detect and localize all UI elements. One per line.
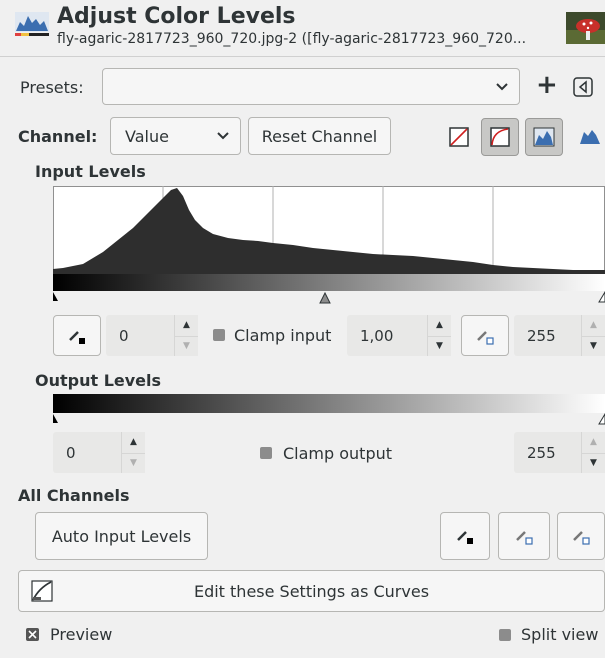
gamma-field[interactable]: 1,00: [347, 315, 429, 356]
input-gamma-handle: [319, 291, 331, 304]
eyedropper-white-icon: [573, 531, 590, 545]
histogram-linear-icon: [533, 127, 555, 147]
auto-input-levels-button[interactable]: Auto Input Levels: [35, 512, 208, 560]
histogram-log-icon[interactable]: [578, 126, 600, 146]
presets-label: Presets:: [20, 78, 84, 97]
logarithmic-histogram-icon: [490, 127, 510, 147]
eyedropper-black-icon: [457, 531, 473, 544]
chevron-down-icon[interactable]: ▼: [175, 336, 198, 357]
eyedropper-black-icon: [69, 330, 85, 344]
clamp-output-checkbox[interactable]: [260, 447, 272, 459]
chevron-down-icon: [496, 82, 508, 90]
curves-icon: [31, 580, 53, 602]
input-levels-heading: Input Levels: [35, 162, 146, 181]
preview-label: Preview: [50, 625, 113, 644]
chevron-up-icon[interactable]: ▲: [428, 315, 451, 337]
output-high-handle: [598, 413, 605, 425]
input-gradient-bar: [53, 274, 605, 304]
linear-histogram-icon[interactable]: [449, 127, 469, 147]
output-high-spinner[interactable]: ▲ ▼: [581, 432, 605, 473]
channel-label: Channel:: [18, 127, 98, 146]
channel-combo[interactable]: Value: [110, 117, 241, 155]
chevron-down-icon[interactable]: ▼: [122, 453, 145, 474]
chevron-up-icon[interactable]: ▲: [122, 432, 145, 454]
clamp-output-label: Clamp output: [283, 444, 393, 463]
split-view-label: Split view: [521, 625, 599, 644]
pick-black-point-button[interactable]: [53, 315, 101, 356]
pick-all-white-button[interactable]: [557, 512, 605, 560]
input-high-spinner[interactable]: ▲ ▼: [581, 315, 605, 356]
output-low-spinner[interactable]: ▲ ▼: [121, 432, 145, 473]
linear-view-button[interactable]: [525, 118, 563, 156]
gamma-spinner[interactable]: ▲ ▼: [427, 315, 451, 356]
clamp-input-label: Clamp input: [234, 326, 332, 345]
pick-all-gray-button[interactable]: [498, 512, 550, 560]
all-channels-heading: All Channels: [18, 486, 130, 505]
chevron-down-icon[interactable]: ▼: [582, 453, 605, 474]
input-high-handle: [598, 291, 605, 303]
input-low-handle: [53, 292, 58, 301]
chevron-down-icon[interactable]: ▼: [428, 336, 451, 357]
edit-as-curves-button[interactable]: Edit these Settings as Curves: [18, 570, 605, 612]
chevron-down-icon: [217, 132, 229, 140]
channel-value: Value: [125, 126, 169, 146]
dialog-title: Adjust Color Levels: [57, 4, 296, 29]
dialog-subtitle: fly-agaric-2817723_960_720.jpg-2 ([fly-a…: [57, 31, 527, 47]
output-low-handle: [53, 414, 58, 423]
output-low-field[interactable]: 0: [53, 432, 123, 473]
output-levels-heading: Output Levels: [35, 371, 162, 390]
add-preset-icon[interactable]: +: [536, 70, 558, 100]
reset-channel-button[interactable]: Reset Channel: [248, 117, 391, 155]
chevron-up-icon[interactable]: ▲: [582, 315, 605, 337]
header-separator: [0, 56, 605, 57]
pick-white-point-button[interactable]: [461, 315, 509, 356]
presets-combo[interactable]: [102, 68, 520, 105]
chevron-up-icon[interactable]: ▲: [582, 432, 605, 454]
split-view-checkbox[interactable]: [499, 629, 511, 641]
eyedropper-gray-icon: [516, 531, 533, 545]
image-thumbnail: [566, 12, 605, 44]
chevron-up-icon[interactable]: ▲: [175, 315, 198, 337]
input-low-spinner[interactable]: ▲ ▼: [174, 315, 198, 356]
preset-menu-icon[interactable]: [573, 77, 593, 97]
edit-as-curves-label: Edit these Settings as Curves: [193, 581, 430, 601]
output-high-field[interactable]: 255: [514, 432, 584, 473]
chevron-down-icon[interactable]: ▼: [582, 336, 605, 357]
clamp-input-checkbox[interactable]: [213, 329, 225, 341]
log-histogram-button[interactable]: [481, 118, 519, 156]
eyedropper-white-icon: [477, 330, 494, 345]
output-gradient-bar: [53, 394, 605, 425]
pick-all-black-button[interactable]: [440, 512, 490, 560]
levels-tool-icon: [15, 12, 49, 36]
input-low-field[interactable]: 0: [106, 315, 176, 356]
input-high-field[interactable]: 255: [514, 315, 584, 356]
input-histogram: [53, 186, 605, 274]
preview-checkbox[interactable]: [26, 628, 39, 641]
